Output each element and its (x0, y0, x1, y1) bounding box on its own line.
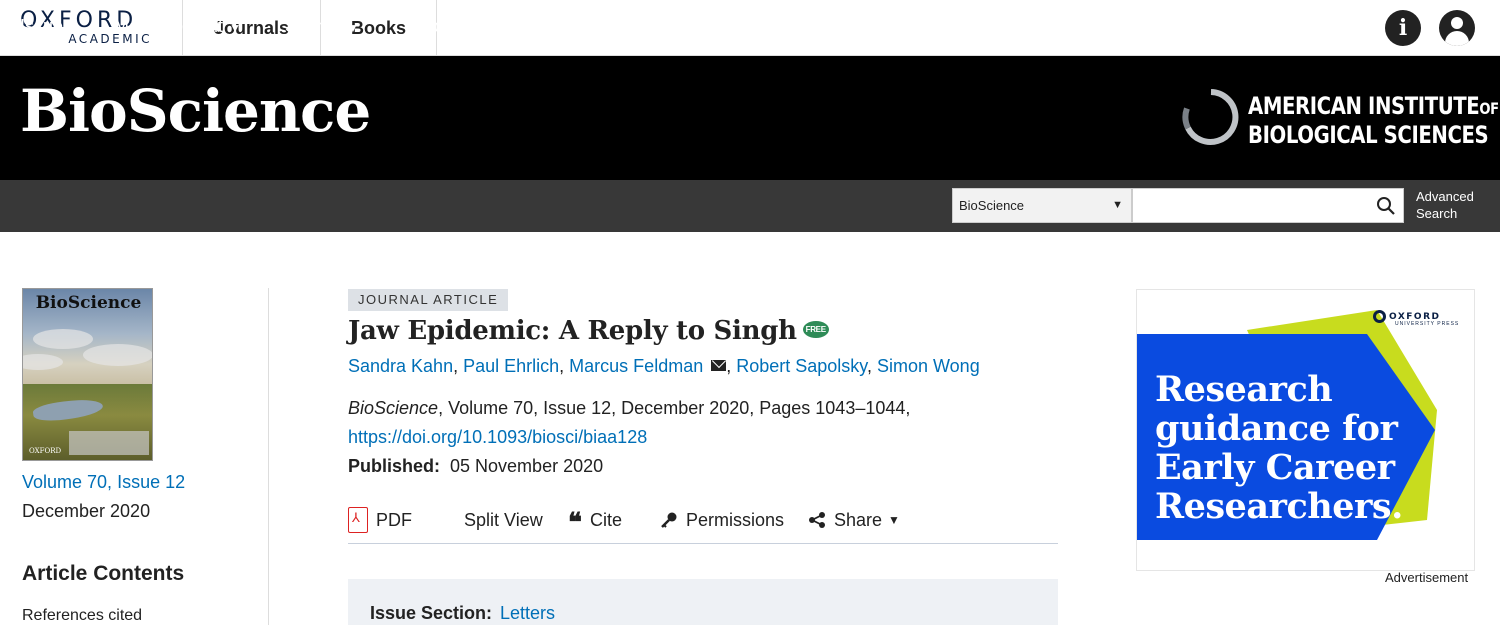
cite-button[interactable]: ❝ Cite (568, 508, 622, 538)
author-link[interactable]: Marcus Feldman (569, 356, 703, 376)
citation-line: BioScience, Volume 70, Issue 12, Decembe… (348, 398, 910, 419)
quote-icon: ❝ (568, 508, 582, 538)
aibs-of: OF (1479, 99, 1499, 118)
user-account-icon[interactable] (1439, 10, 1475, 46)
nav-about[interactable]: About ▼ (616, 0, 681, 52)
article-contents-heading: Article Contents (22, 562, 185, 585)
column-divider (268, 288, 269, 625)
info-icon[interactable]: i (1385, 10, 1421, 46)
advertisement-banner[interactable]: OXFORD UNIVERSITY PRESS Research guidanc… (1136, 289, 1475, 571)
cover-title: BioScience (35, 293, 142, 313)
search-scope-select[interactable]: BioScience ▼ (952, 188, 1132, 223)
chevron-down-icon: ▼ (347, 21, 359, 35)
ad-headline: Research guidance for Early Career Resea… (1155, 369, 1403, 527)
pdf-icon (348, 507, 368, 533)
published-line: Published: 05 November 2020 (348, 456, 603, 477)
article-title: Jaw Epidemic: A Reply to Singh FREE (348, 316, 829, 346)
doi-link[interactable]: https://doi.org/10.1093/biosci/biaa128 (348, 427, 647, 448)
nav-more-content[interactable]: More Content ▼ (114, 0, 241, 52)
key-icon (661, 512, 677, 528)
chevron-down-icon: ▼ (669, 21, 681, 35)
aibs-line1: AMERICAN INSTITUTE (1248, 92, 1480, 120)
nav-purchase[interactable]: Purchase (406, 0, 482, 52)
nav-alerts[interactable]: Alerts (525, 0, 571, 52)
cover-publisher: OXFORD (29, 447, 62, 455)
published-label: Published: (348, 456, 441, 476)
aibs-line2: BIOLOGICAL SCIENCES (1248, 121, 1489, 149)
issue-section-link[interactable]: Letters (500, 603, 555, 624)
aibs-logo-icon[interactable] (1182, 88, 1240, 146)
nav-submit[interactable]: Submit ▼ (285, 0, 359, 52)
issue-section-label: Issue Section: (370, 603, 493, 623)
advanced-search-link[interactable]: Advanced Search (1416, 188, 1486, 222)
search-icon[interactable] (1376, 196, 1396, 216)
citation-details: , Volume 70, Issue 12, December 2020, Pa… (438, 398, 911, 418)
author-link[interactable]: Robert Sapolsky (736, 356, 867, 376)
published-date: 05 November 2020 (450, 456, 604, 476)
email-icon[interactable] (711, 359, 727, 371)
permissions-button[interactable]: Permissions (660, 508, 784, 532)
citation-journal: BioScience (348, 398, 439, 418)
chevron-down-icon: ▼ (229, 21, 241, 35)
free-access-icon: FREE (802, 320, 829, 338)
advertisement-label: Advertisement (1385, 570, 1469, 585)
split-view-button[interactable]: Split View (438, 508, 543, 532)
pdf-button[interactable]: PDF (348, 507, 412, 533)
author-link[interactable]: Paul Ehrlich (463, 356, 559, 376)
search-scope-value: BioScience (959, 198, 1025, 213)
author-link[interactable]: Simon Wong (877, 356, 980, 376)
issue-link[interactable]: Volume 70, Issue 12 (22, 472, 185, 493)
journal-title[interactable]: BioScience (20, 82, 371, 140)
issue-section-box: Issue Section: Letters (348, 579, 1058, 625)
issue-date: December 2020 (22, 501, 151, 521)
search-input[interactable] (1132, 188, 1404, 223)
article-title-text: Jaw Epidemic: A Reply to Singh (348, 316, 797, 346)
article-toolbar: PDF Split View ❝Cite Permissions Share▼ (348, 500, 1058, 544)
author-list: Sandra Kahn, Paul Ehrlich, Marcus Feldma… (348, 356, 980, 376)
aibs-name[interactable]: AMERICAN INSTITUTEOF BIOLOGICAL SCIENCES (1248, 93, 1499, 148)
author-link[interactable]: Sandra Kahn (348, 356, 453, 376)
chevron-down-icon: ▼ (1112, 199, 1123, 211)
article-type-badge: JOURNAL ARTICLE (348, 289, 509, 311)
share-icon (809, 512, 825, 528)
chevron-down-icon: ▼ (888, 513, 900, 527)
oup-logo-sub: UNIVERSITY PRESS (1395, 321, 1460, 327)
contents-item-references[interactable]: References cited (22, 607, 142, 625)
split-view-icon (438, 512, 456, 528)
share-button[interactable]: Share ▼ (808, 508, 900, 532)
nav-issues[interactable]: Issues (20, 0, 72, 52)
issue-cover-image[interactable]: BioScience OXFORD (22, 288, 153, 461)
